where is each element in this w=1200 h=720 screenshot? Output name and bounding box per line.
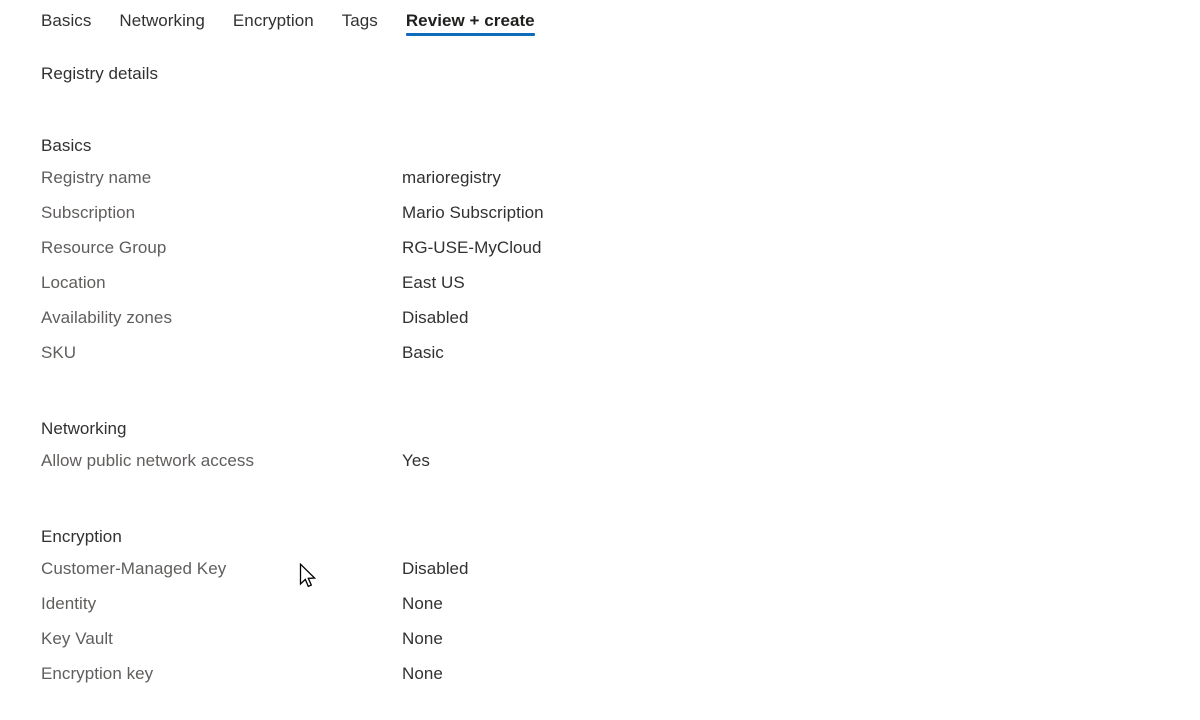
detail-row-label: Encryption key <box>41 664 154 683</box>
tab-tags-label: Tags <box>341 11 378 30</box>
detail-row-value: None <box>402 594 443 613</box>
detail-row-value: marioregistry <box>402 168 501 187</box>
detail-row-value: East US <box>402 273 465 292</box>
detail-row: Availability zones Disabled <box>41 306 1141 341</box>
detail-row: Resource Group RG-USE-MyCloud <box>41 236 1141 271</box>
detail-row: Subscription Mario Subscription <box>41 201 1141 236</box>
detail-row-label: Resource Group <box>41 238 167 257</box>
detail-row-label: SKU <box>41 343 77 362</box>
tab-encryption-underline <box>233 33 314 36</box>
section-basics-heading: Basics <box>41 136 92 155</box>
detail-row: SKU Basic <box>41 341 1141 376</box>
detail-row-value: RG-USE-MyCloud <box>402 238 542 257</box>
detail-row-label: Location <box>41 273 106 292</box>
detail-row: Identity None <box>41 592 1141 627</box>
tab-networking-label: Networking <box>119 11 205 30</box>
section-encryption: Encryption Customer-Managed Key Disabled… <box>41 525 1141 697</box>
review-create-page: Basics Networking Encryption Tags Review… <box>0 0 1200 720</box>
tab-tags[interactable]: Tags <box>328 0 392 44</box>
tab-review-create[interactable]: Review + create <box>392 0 549 44</box>
detail-row-label: Registry name <box>41 168 152 187</box>
detail-row-label: Availability zones <box>41 308 172 327</box>
tab-encryption-label: Encryption <box>232 11 314 30</box>
detail-row-value: Yes <box>402 451 430 470</box>
section-networking-rows: Allow public network access Yes <box>41 449 1141 484</box>
section-basics: Basics Registry name marioregistry Subsc… <box>41 134 1141 376</box>
section-encryption-rows: Customer-Managed Key Disabled Identity N… <box>41 557 1141 697</box>
tab-review-create-label: Review + create <box>405 11 535 30</box>
tab-tags-underline <box>342 33 378 36</box>
detail-row-label: Allow public network access <box>41 451 254 470</box>
section-networking: Networking Allow public network access Y… <box>41 417 1141 484</box>
section-basics-rows: Registry name marioregistry Subscription… <box>41 166 1141 376</box>
detail-row: Location East US <box>41 271 1141 306</box>
tab-encryption[interactable]: Encryption <box>219 0 328 44</box>
detail-row: Customer-Managed Key Disabled <box>41 557 1141 592</box>
detail-row-label: Subscription <box>41 203 136 222</box>
tab-networking-underline <box>119 33 205 36</box>
detail-row-value: None <box>402 629 443 648</box>
section-encryption-heading: Encryption <box>41 527 122 546</box>
section-networking-heading: Networking <box>41 419 127 438</box>
detail-row-label: Customer-Managed Key <box>41 559 227 578</box>
detail-row-value: Basic <box>402 343 444 362</box>
registry-details-panel: Registry details Basics Registry name ma… <box>41 62 1141 697</box>
detail-row: Registry name marioregistry <box>41 166 1141 201</box>
wizard-tab-strip: Basics Networking Encryption Tags Review… <box>41 0 549 44</box>
detail-row-label: Key Vault <box>41 629 113 648</box>
detail-row-value: None <box>402 664 443 683</box>
tab-basics[interactable]: Basics <box>41 0 105 44</box>
detail-row-label: Identity <box>41 594 97 613</box>
tab-networking[interactable]: Networking <box>105 0 219 44</box>
tab-basics-underline <box>41 33 91 36</box>
detail-row-value: Disabled <box>402 559 469 578</box>
tab-review-create-underline <box>405 33 535 36</box>
detail-row: Encryption key None <box>41 662 1141 697</box>
detail-row: Allow public network access Yes <box>41 449 1141 484</box>
page-title: Registry details <box>41 64 159 83</box>
detail-row: Key Vault None <box>41 627 1141 662</box>
detail-row-value: Disabled <box>402 308 469 327</box>
tab-basics-label: Basics <box>41 11 92 30</box>
detail-row-value: Mario Subscription <box>402 203 544 222</box>
